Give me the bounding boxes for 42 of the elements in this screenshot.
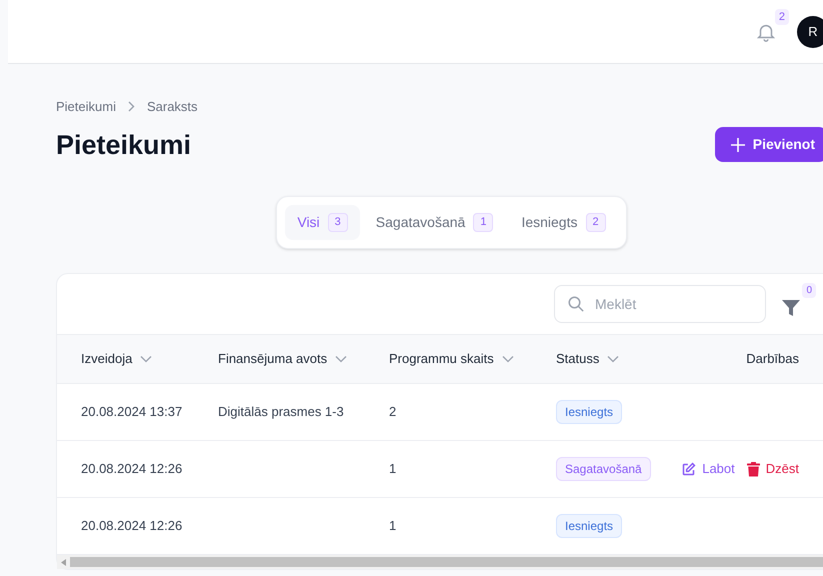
count-badge: 1 — [473, 213, 494, 232]
table-cell: 1 — [389, 461, 396, 476]
status-badge: Iesniegts — [556, 400, 622, 424]
chevron-down-icon — [140, 355, 152, 363]
filter-tab[interactable]: Visi 3 — [285, 205, 360, 240]
count-badge: 2 — [586, 213, 606, 232]
edit-icon — [681, 462, 696, 476]
column-header[interactable]: Statuss — [556, 349, 600, 369]
column-header[interactable]: Finansējuma avots — [218, 349, 328, 369]
column-header[interactable]: Programmu skaits — [389, 349, 494, 369]
status-badge: Sagatavošanā — [556, 457, 651, 481]
table-cell: Digitālās prasmes 1-3 — [218, 404, 344, 420]
table-cell: 20.08.2024 13:37 — [81, 404, 182, 420]
breadcrumb-current: Saraksts — [146, 98, 198, 116]
table-cell: 2 — [389, 404, 396, 420]
notification-badge: 2 — [774, 8, 789, 25]
search-icon — [567, 295, 585, 313]
search-field[interactable]: Meklēt — [554, 285, 766, 323]
page-title: Pieteikumi — [56, 128, 192, 162]
table-cell: 20.08.2024 12:26 — [81, 461, 182, 476]
table-cell: 20.08.2024 12:26 — [81, 518, 182, 534]
breadcrumb-link[interactable]: Pieteikumi — [56, 97, 116, 116]
chevron-down-icon — [607, 355, 620, 363]
add-button[interactable]: Pievienot — [714, 127, 823, 162]
column-header: Darbības — [746, 350, 799, 368]
edit-link[interactable]: Labot — [681, 459, 735, 479]
filter-count-badge: 0 — [802, 283, 816, 298]
filter-tab[interactable]: Iesniegts 2 — [509, 205, 618, 240]
trash-icon — [746, 462, 760, 476]
chevron-down-icon — [502, 355, 514, 363]
filter-tab[interactable]: Sagatavošanā 1 — [364, 205, 506, 240]
status-badge: Iesniegts — [556, 514, 622, 538]
filter-icon[interactable] — [782, 299, 800, 317]
user-avatar[interactable]: R — [797, 16, 823, 48]
chevron-right-icon — [128, 101, 135, 112]
chevron-down-icon — [335, 355, 348, 363]
column-header[interactable]: Izveidoja — [81, 349, 132, 369]
count-badge: 3 — [328, 213, 348, 232]
plus-icon — [730, 138, 745, 152]
table-cell: 1 — [389, 518, 396, 534]
scroll-left-arrow-icon[interactable] — [61, 558, 66, 566]
delete-link[interactable]: Dzēst — [746, 459, 799, 479]
